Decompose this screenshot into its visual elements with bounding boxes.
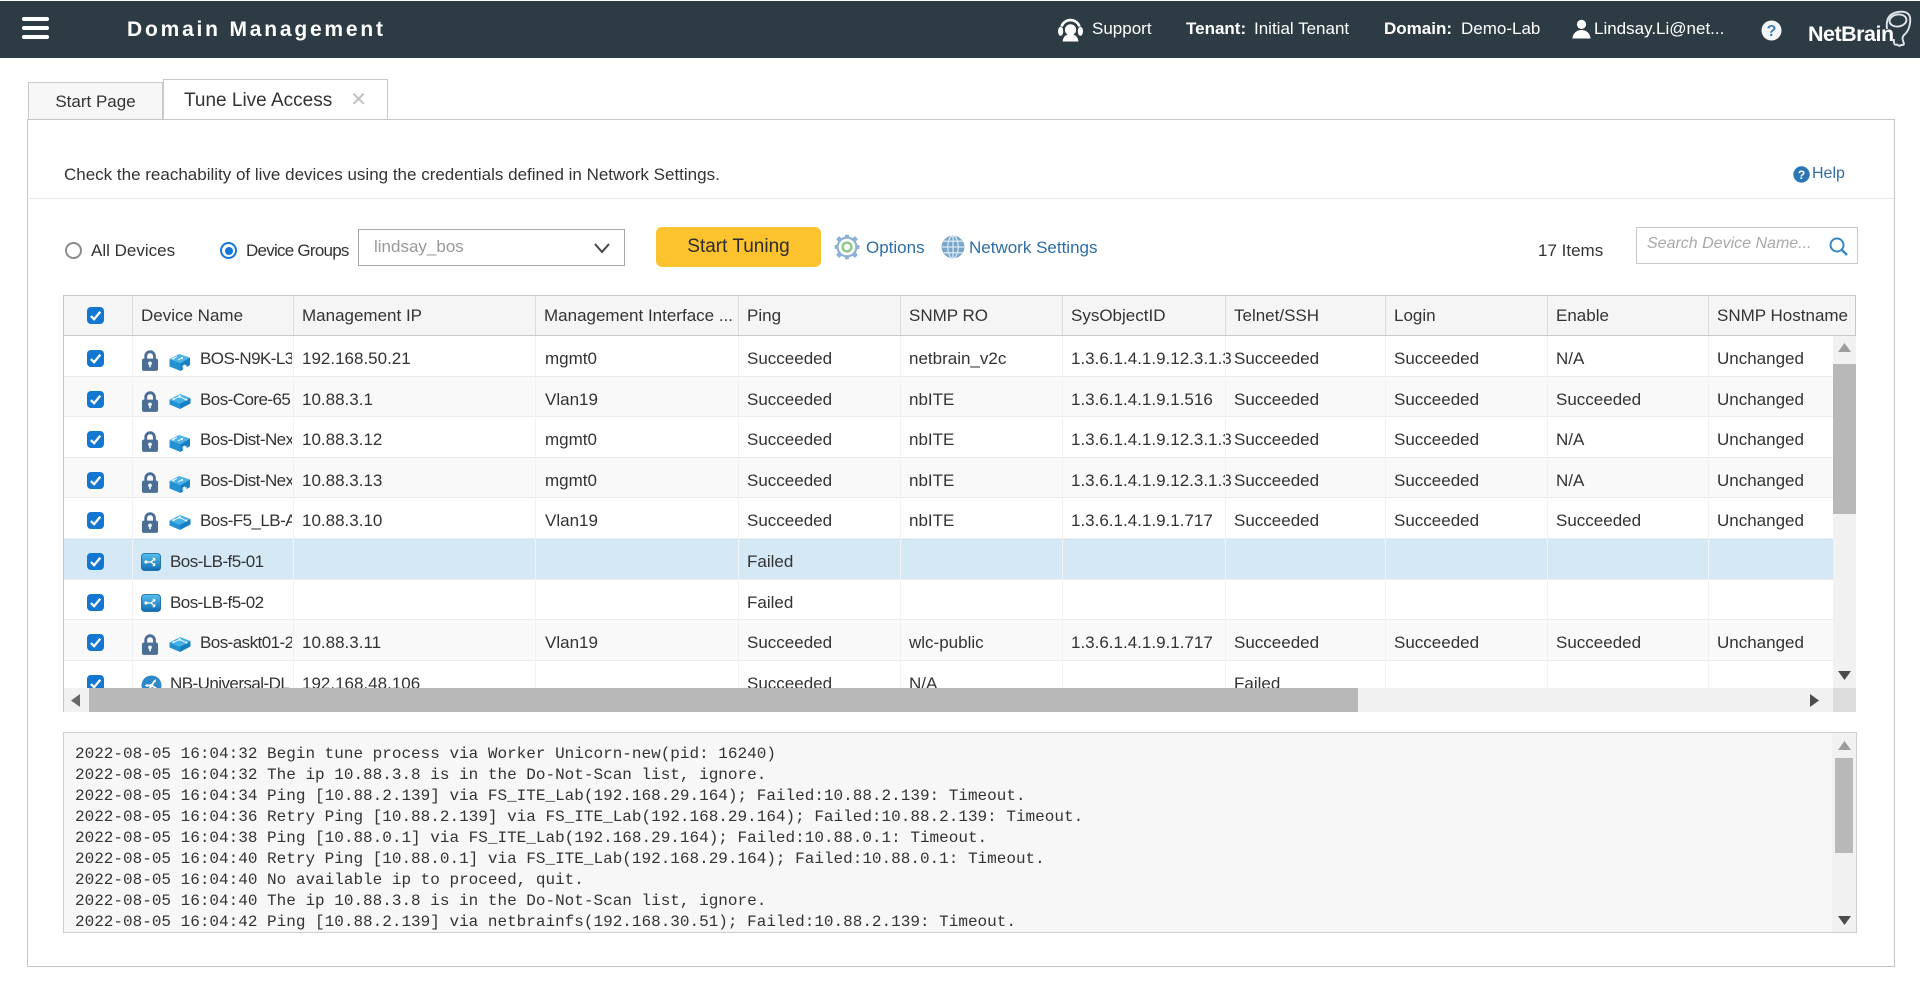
svg-text:?: ? <box>1767 23 1777 40</box>
svg-text:?: ? <box>1798 168 1805 182</box>
svg-text:NetBrain: NetBrain <box>1808 22 1894 46</box>
